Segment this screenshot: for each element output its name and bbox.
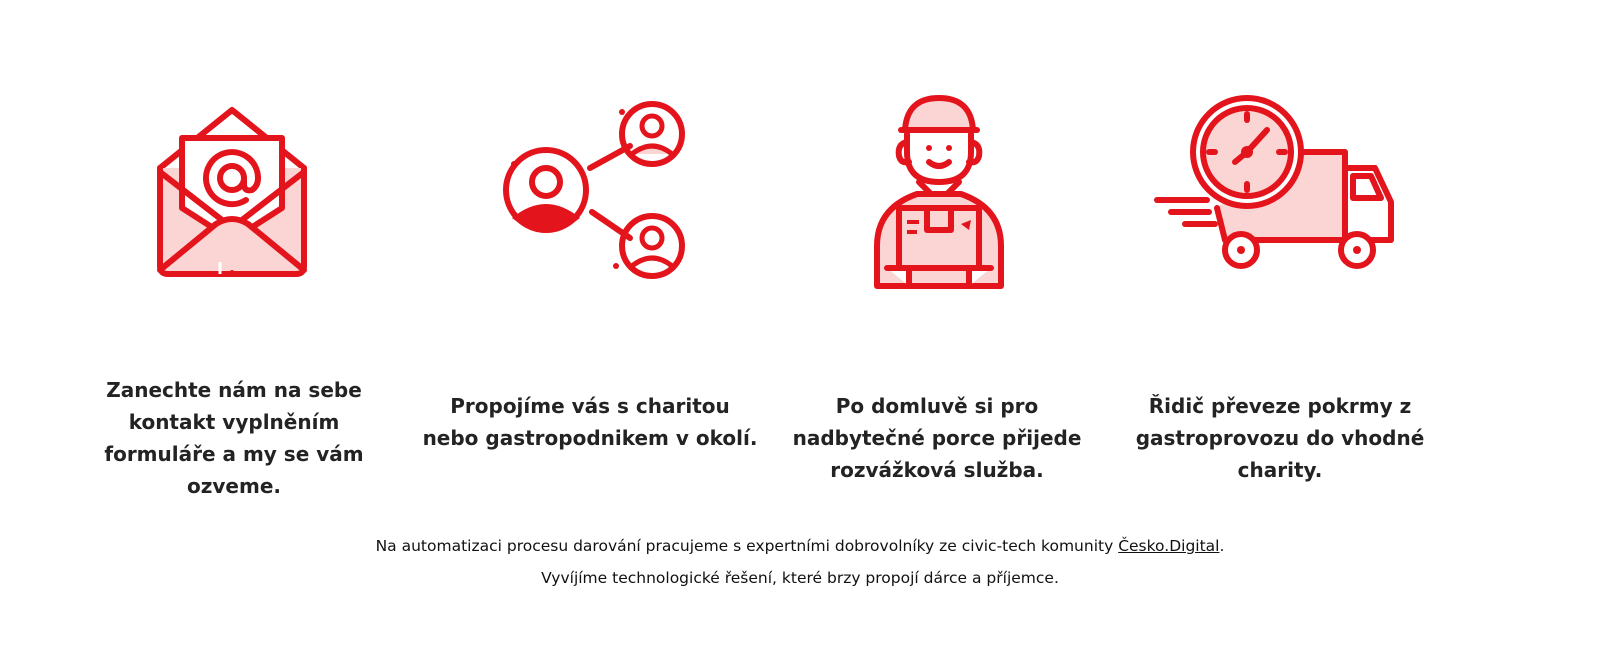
step-deliver: Řidič převeze pokrmy z gastroprovozu do … <box>1110 0 1450 520</box>
cesko-digital-link[interactable]: Česko.Digital <box>1118 537 1219 555</box>
footer-line-2: Vyvíjíme technologické řešení, které brz… <box>541 569 1059 587</box>
envelope-email-icon <box>142 90 322 290</box>
footer-line-1-text: Na automatizaci procesu darování pracuje… <box>375 537 1119 555</box>
step-pickup-text: Po domluvě si pro nadbytečné porce přije… <box>792 394 1082 482</box>
step-deliver-text: Řidič převeze pokrmy z gastroprovozu do … <box>1135 394 1425 482</box>
steps-section: Zanechte nám na sebe kontakt vyplněním f… <box>0 0 1600 520</box>
step-connect-text: Propojíme vás s charitou nebo gastropodn… <box>422 394 758 450</box>
footer-note: Na automatizaci procesu darování pracuje… <box>0 530 1600 594</box>
step-contact-text: Zanechte nám na sebe kontakt vyplněním f… <box>104 378 364 498</box>
step-connect: Propojíme vás s charitou nebo gastropodn… <box>420 0 760 520</box>
delivery-courier-icon <box>847 90 1027 290</box>
fast-delivery-truck-icon <box>1154 90 1405 290</box>
footer-line-1: Na automatizaci procesu darování pracuje… <box>0 530 1600 562</box>
share-network-icon <box>500 90 685 290</box>
step-pickup: Po domluvě si pro nadbytečné porce přije… <box>767 0 1107 520</box>
footer-line-1-end: . <box>1219 537 1225 555</box>
step-contact: Zanechte nám na sebe kontakt vyplněním f… <box>62 0 402 520</box>
